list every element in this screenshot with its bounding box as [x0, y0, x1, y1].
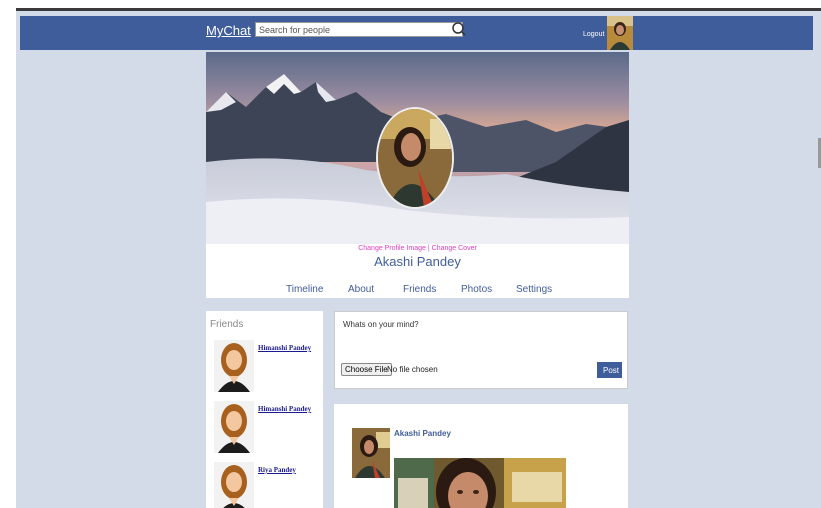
- friend-avatar[interactable]: [214, 340, 254, 392]
- top-navigation-bar: MyChat Logout: [20, 16, 813, 50]
- post-text-input[interactable]: [339, 316, 623, 360]
- profile-info-card: Change Profile Image | Change Cover Akas…: [206, 244, 629, 298]
- friend-avatar[interactable]: [214, 462, 254, 508]
- user-avatar[interactable]: [607, 16, 633, 50]
- friends-title: Friends: [210, 319, 244, 330]
- friend-item[interactable]: Himanshi Pandey: [214, 401, 322, 457]
- logout-link[interactable]: Logout: [583, 31, 604, 38]
- tab-about[interactable]: About: [348, 284, 374, 295]
- change-profile-image-link[interactable]: Change Profile Image: [358, 245, 426, 252]
- friend-name[interactable]: Riya Pandey: [258, 466, 296, 474]
- post-composer: Choose File No file chosen Post: [334, 311, 628, 389]
- profile-image-links: Change Profile Image | Change Cover: [206, 245, 629, 252]
- friend-avatar[interactable]: [214, 401, 254, 453]
- window-top-edge: [16, 8, 821, 11]
- post-image[interactable]: [394, 458, 566, 508]
- friend-name[interactable]: Himanshi Pandey: [258, 405, 311, 413]
- tab-settings[interactable]: Settings: [516, 284, 552, 295]
- friend-item[interactable]: Riya Pandey: [214, 462, 322, 508]
- change-cover-link[interactable]: Change Cover: [432, 245, 477, 252]
- file-status-text: No file chosen: [387, 365, 438, 374]
- search-input[interactable]: [255, 22, 463, 37]
- link-separator: |: [427, 245, 430, 252]
- tab-timeline[interactable]: Timeline: [286, 284, 323, 295]
- search-icon[interactable]: [451, 21, 467, 37]
- post-button[interactable]: Post: [597, 362, 622, 378]
- choose-file-button[interactable]: Choose File: [341, 363, 392, 376]
- post-author-name[interactable]: Akashi Pandey: [394, 429, 451, 438]
- tab-photos[interactable]: Photos: [461, 284, 492, 295]
- feed-post: Akashi Pandey: [334, 404, 628, 508]
- post-author-avatar[interactable]: [352, 428, 390, 478]
- friend-item[interactable]: Himanshi Pandey: [214, 340, 322, 396]
- brand-link[interactable]: MyChat: [206, 23, 251, 38]
- tab-friends[interactable]: Friends: [403, 284, 436, 295]
- friends-panel: Friends Himanshi Pandey Himanshi Pandey: [206, 311, 323, 508]
- browser-viewport: MyChat Logout: [16, 8, 821, 508]
- profile-picture[interactable]: [376, 107, 454, 209]
- friend-name[interactable]: Himanshi Pandey: [258, 344, 311, 352]
- profile-name: Akashi Pandey: [374, 254, 461, 269]
